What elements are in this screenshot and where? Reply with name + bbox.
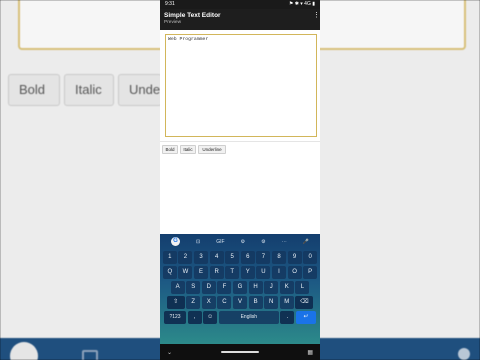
bold-button[interactable]: Bold xyxy=(162,145,178,154)
key-r[interactable]: R xyxy=(209,266,224,279)
navigation-bar: ⌄ ▦ xyxy=(160,344,320,360)
key-g[interactable]: G xyxy=(233,281,247,294)
sticker-icon[interactable]: ⊡ xyxy=(196,239,200,245)
home-row: A S D F G H J K L xyxy=(160,281,320,294)
key-5[interactable]: 5 xyxy=(225,251,240,264)
background-mic-icon xyxy=(458,348,470,360)
phone-screen: 9:31 ⚑ ✱ ▾ 4G ▮ Simple Text Editor Previ… xyxy=(160,0,320,360)
key-j[interactable]: J xyxy=(264,281,279,294)
background-underline-button: Unde xyxy=(118,74,162,106)
status-bar: 9:31 ⚑ ✱ ▾ 4G ▮ xyxy=(160,0,320,9)
key-3[interactable]: 3 xyxy=(194,251,209,264)
key-b[interactable]: B xyxy=(248,296,263,309)
clipboard-icon[interactable]: ⚙ xyxy=(241,239,245,245)
number-row: 1 2 3 4 5 6 7 8 9 0 xyxy=(160,251,320,264)
app-bar: Simple Text Editor Preview ⋮ xyxy=(160,9,320,30)
key-s[interactable]: S xyxy=(186,281,201,294)
key-d[interactable]: D xyxy=(201,281,216,294)
symbols-key[interactable]: ?123 xyxy=(164,311,187,324)
space-row: ?123 , ☺ English . ↵ xyxy=(160,311,320,324)
enter-key-icon[interactable]: ↵ xyxy=(295,311,316,324)
key-q[interactable]: Q xyxy=(162,266,177,279)
app-title: Simple Text Editor xyxy=(164,12,221,19)
key-6[interactable]: 6 xyxy=(240,251,255,264)
key-1[interactable]: 1 xyxy=(162,251,177,264)
key-c[interactable]: C xyxy=(217,296,232,309)
key-z[interactable]: Z xyxy=(186,296,201,309)
period-key[interactable]: . xyxy=(280,311,295,324)
key-k[interactable]: K xyxy=(279,281,294,294)
settings-icon[interactable]: ⚙ xyxy=(261,239,265,245)
comma-key[interactable]: , xyxy=(187,311,202,324)
key-i[interactable]: I xyxy=(271,266,286,279)
bottom-letter-row: ⇧ Z X C V B N M ⌫ xyxy=(160,296,320,309)
backspace-key-icon[interactable]: ⌫ xyxy=(295,296,314,309)
key-h[interactable]: H xyxy=(248,281,263,294)
key-l[interactable]: L xyxy=(295,281,310,294)
key-p[interactable]: P xyxy=(303,266,318,279)
key-9[interactable]: 9 xyxy=(287,251,302,264)
nav-keyboard-switch-icon[interactable]: ▦ xyxy=(307,349,313,356)
keyboard-toolbar: G ⊡ GIF ⚙ ⚙ ⋯ 🎤 xyxy=(160,234,320,249)
key-f[interactable]: F xyxy=(217,281,232,294)
background-bold-button: Bold xyxy=(8,74,60,106)
key-0[interactable]: 0 xyxy=(303,251,318,264)
key-a[interactable]: A xyxy=(170,281,185,294)
shift-key-icon[interactable]: ⇧ xyxy=(166,296,185,309)
key-t[interactable]: T xyxy=(225,266,240,279)
more-icon[interactable]: ⋯ xyxy=(282,239,287,245)
background-italic-button: Italic xyxy=(64,74,114,106)
google-icon[interactable]: G xyxy=(171,237,181,246)
editor-text: Web Programmer xyxy=(168,37,209,42)
underline-button[interactable]: Underline xyxy=(198,145,226,154)
soft-keyboard: G ⊡ GIF ⚙ ⚙ ⋯ 🎤 1 2 3 4 5 6 7 8 9 0 Q W … xyxy=(160,234,320,344)
divider xyxy=(160,141,320,142)
key-u[interactable]: U xyxy=(256,266,271,279)
key-4[interactable]: 4 xyxy=(209,251,224,264)
background-sticker-icon xyxy=(82,350,98,360)
nav-back-icon[interactable]: ⌄ xyxy=(167,349,172,356)
overflow-menu-icon[interactable]: ⋮ xyxy=(313,12,320,19)
key-8[interactable]: 8 xyxy=(271,251,286,264)
status-time: 9:31 xyxy=(165,1,175,7)
key-v[interactable]: V xyxy=(233,296,247,309)
key-e[interactable]: E xyxy=(194,266,209,279)
emoji-key-icon[interactable]: ☺ xyxy=(203,311,218,324)
key-2[interactable]: 2 xyxy=(178,251,193,264)
key-w[interactable]: W xyxy=(178,266,193,279)
italic-button[interactable]: Italic xyxy=(180,145,196,154)
key-m[interactable]: M xyxy=(279,296,294,309)
key-7[interactable]: 7 xyxy=(256,251,271,264)
status-icons: ⚑ ✱ ▾ 4G ▮ xyxy=(288,1,315,7)
text-editor-area[interactable]: Web Programmer xyxy=(165,34,317,137)
key-x[interactable]: X xyxy=(201,296,216,309)
key-n[interactable]: N xyxy=(264,296,279,309)
qwerty-row: Q W E R T Y U I O P xyxy=(160,266,320,279)
nav-home-pill[interactable] xyxy=(220,351,259,353)
key-y[interactable]: Y xyxy=(240,266,255,279)
key-o[interactable]: O xyxy=(287,266,302,279)
app-subtitle: Preview xyxy=(164,20,182,25)
gif-button[interactable]: GIF xyxy=(216,239,224,245)
space-key[interactable]: English xyxy=(218,311,279,324)
mic-icon[interactable]: 🎤 xyxy=(303,239,309,245)
